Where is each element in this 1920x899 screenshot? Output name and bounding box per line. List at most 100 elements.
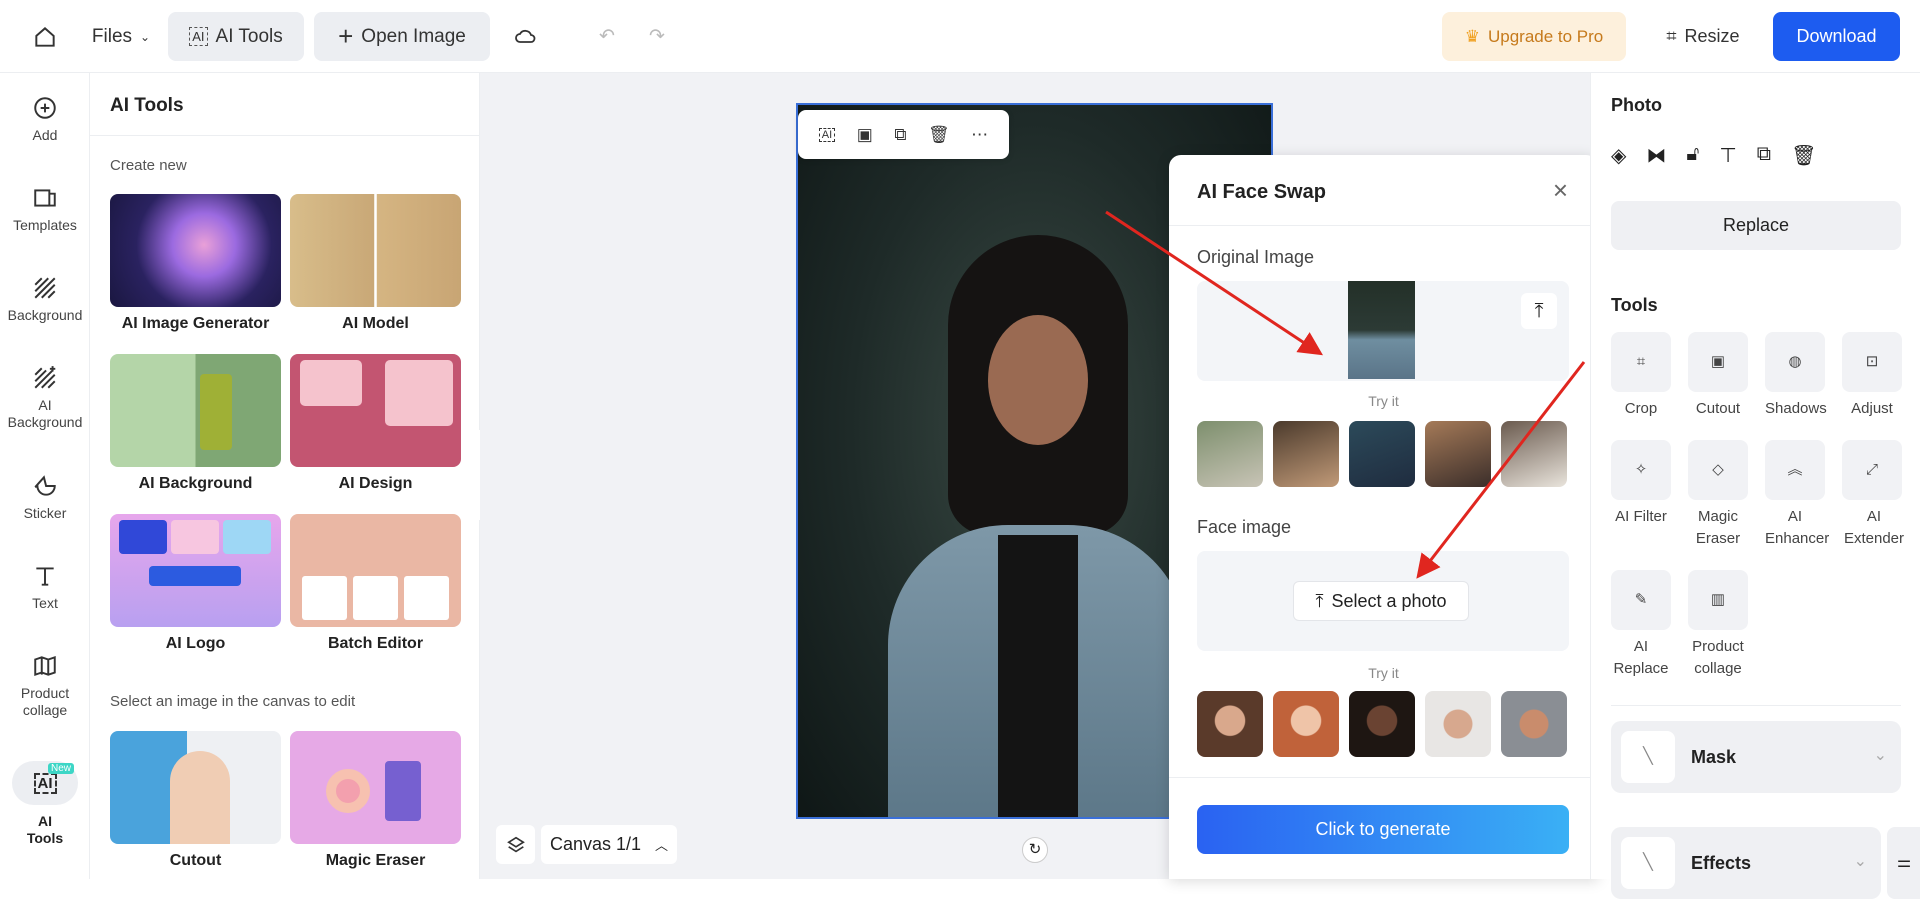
rotate-handle[interactable]: ↻ (1022, 837, 1048, 863)
rail-item-sticker[interactable]: Sticker (0, 473, 90, 521)
try-it-sample[interactable] (1197, 421, 1263, 487)
upgrade-button[interactable]: ♛ Upgrade to Pro (1442, 12, 1626, 61)
cutout-card[interactable] (110, 731, 281, 844)
tool-shadows[interactable]: ◍ Shadows (1765, 332, 1827, 420)
rail-item-text[interactable]: Text (0, 563, 90, 611)
duplicate-icon[interactable]: ⧉ (894, 125, 906, 145)
card-label[interactable]: AI Design (290, 475, 461, 493)
face-sample[interactable] (1349, 691, 1415, 757)
cloud-sync-icon (515, 29, 536, 43)
files-menu[interactable]: Files ⌄ (88, 12, 154, 61)
ai-image-generator-card[interactable] (110, 194, 281, 307)
rail-label: Templates (13, 217, 77, 233)
ai-icon[interactable]: AI (818, 127, 836, 142)
rail-item-background[interactable]: Background (0, 275, 90, 323)
face-sample[interactable] (1501, 691, 1567, 757)
rail-item-add[interactable]: Add (0, 95, 90, 143)
select-photo-button[interactable]: ⤒ Select a photo (1293, 581, 1469, 621)
rail-item-templates[interactable]: Templates (0, 185, 90, 233)
try-it-label: Try it (1368, 393, 1399, 409)
rail-label: AI Tools (26, 813, 64, 846)
mask-section[interactable]: ╲ Mask ⌄ (1611, 721, 1901, 793)
rail-item-ai-tools[interactable]: AI New AI Tools (0, 761, 90, 847)
divider (1169, 225, 1598, 226)
face-sample[interactable] (1273, 691, 1339, 757)
chocolate-shape (385, 761, 421, 821)
ai-background-card[interactable] (110, 354, 281, 467)
trash-icon[interactable]: 🗑 (1791, 143, 1816, 168)
tool-product-collage[interactable]: ▥ Product collage (1688, 570, 1748, 680)
section-label: Create new (110, 157, 187, 174)
tool-ai-filter[interactable]: ✧ AI Filter (1611, 440, 1671, 528)
layers-button[interactable] (496, 825, 535, 864)
card-label[interactable]: AI Background (110, 475, 281, 493)
none-icon: ╲ (1621, 731, 1675, 783)
undo-button[interactable]: ↶ (592, 12, 622, 61)
duplicate-icon[interactable]: ⧉ (1757, 143, 1771, 168)
tool-magic-eraser[interactable]: ◇ Magic Eraser (1688, 440, 1748, 550)
tool-adjust[interactable]: ⊡ Adjust (1842, 332, 1902, 420)
rail-label: Add (32, 127, 58, 143)
crop-icon: ⌗ (1611, 332, 1671, 392)
try-it-sample[interactable] (1273, 421, 1339, 487)
card-label[interactable]: Magic Eraser (290, 852, 461, 870)
ai-model-card[interactable] (290, 194, 461, 307)
rail-item-product-collage[interactable]: Product collage (0, 653, 90, 719)
face-sample[interactable] (1197, 691, 1263, 757)
unlock-icon[interactable]: 🔓︎ (1686, 143, 1699, 168)
ai-design-card[interactable] (290, 354, 461, 467)
magic-eraser-card[interactable] (290, 731, 461, 844)
hatch-icon (34, 277, 56, 299)
face-sample[interactable] (1425, 691, 1491, 757)
resize-button[interactable]: ⌗ Resize (1659, 12, 1747, 61)
tool-ai-extender[interactable]: ⤢ AI Extender (1842, 440, 1906, 550)
rail-item-ai-background[interactable]: AI Background (0, 365, 90, 431)
card-label[interactable]: Batch Editor (290, 635, 461, 653)
home-button[interactable] (28, 12, 62, 61)
shadows-icon: ◍ (1765, 332, 1825, 392)
design-tile (300, 360, 362, 406)
upload-button[interactable]: ⤒ (1521, 293, 1557, 329)
tool-cutout[interactable]: ▣ Cutout (1688, 332, 1748, 420)
ai-tools-button[interactable]: AI AI Tools (168, 12, 304, 61)
effects-section[interactable]: ╲ Effects ⌄ (1611, 827, 1881, 899)
open-image-button[interactable]: + Open Image (314, 12, 490, 61)
try-it-sample[interactable] (1425, 421, 1491, 487)
effects-settings-button[interactable]: ⚌ (1887, 827, 1920, 899)
templates-icon (34, 189, 56, 207)
chevron-down-icon: ⌄ (1873, 747, 1887, 764)
tool-label: Shadows (1765, 400, 1827, 417)
tool-ai-enhancer[interactable]: ︽ AI Enhancer (1765, 440, 1829, 550)
card-label[interactable]: Cutout (110, 852, 281, 870)
more-icon[interactable]: ⋯ (971, 125, 988, 145)
card-label[interactable]: AI Logo (110, 635, 281, 653)
expand-icon: ⤢ (1842, 440, 1902, 500)
trash-icon[interactable]: 🗑 (928, 125, 950, 145)
try-it-sample[interactable] (1349, 421, 1415, 487)
try-it-sample[interactable] (1501, 421, 1567, 487)
ai-icon: AI (189, 27, 208, 46)
layers-icon[interactable]: ◈ (1611, 143, 1626, 168)
rail-label: Text (32, 595, 58, 611)
ai-logo-card[interactable] (110, 514, 281, 627)
cloud-sync-button[interactable] (510, 12, 542, 61)
close-icon: × (1552, 175, 1568, 205)
flip-icon[interactable]: ⧓ (1646, 143, 1666, 168)
redo-icon: ↷ (649, 26, 665, 47)
replace-button[interactable]: Replace (1611, 201, 1901, 250)
original-image-box[interactable]: ⤒ (1197, 281, 1569, 381)
generate-button[interactable]: Click to generate (1197, 805, 1569, 854)
tool-ai-replace[interactable]: ✎ AI Replace (1611, 570, 1671, 680)
chevron-up-icon: ︿ (655, 838, 669, 853)
close-button[interactable]: × (1553, 175, 1568, 206)
select-photo-label: Select a photo (1331, 590, 1447, 611)
card-label[interactable]: AI Model (290, 315, 461, 333)
redo-button[interactable]: ↷ (642, 12, 672, 61)
batch-editor-card[interactable] (290, 514, 461, 627)
download-button[interactable]: Download (1773, 12, 1900, 61)
tool-crop[interactable]: ⌗ Crop (1611, 332, 1671, 420)
cutout-icon[interactable]: ▣ (857, 125, 873, 145)
canvas-page-selector[interactable]: Canvas 1/1 ︿ (541, 825, 677, 864)
card-label[interactable]: AI Image Generator (110, 315, 281, 333)
paint-roller-icon[interactable]: ⊤ (1719, 143, 1736, 168)
